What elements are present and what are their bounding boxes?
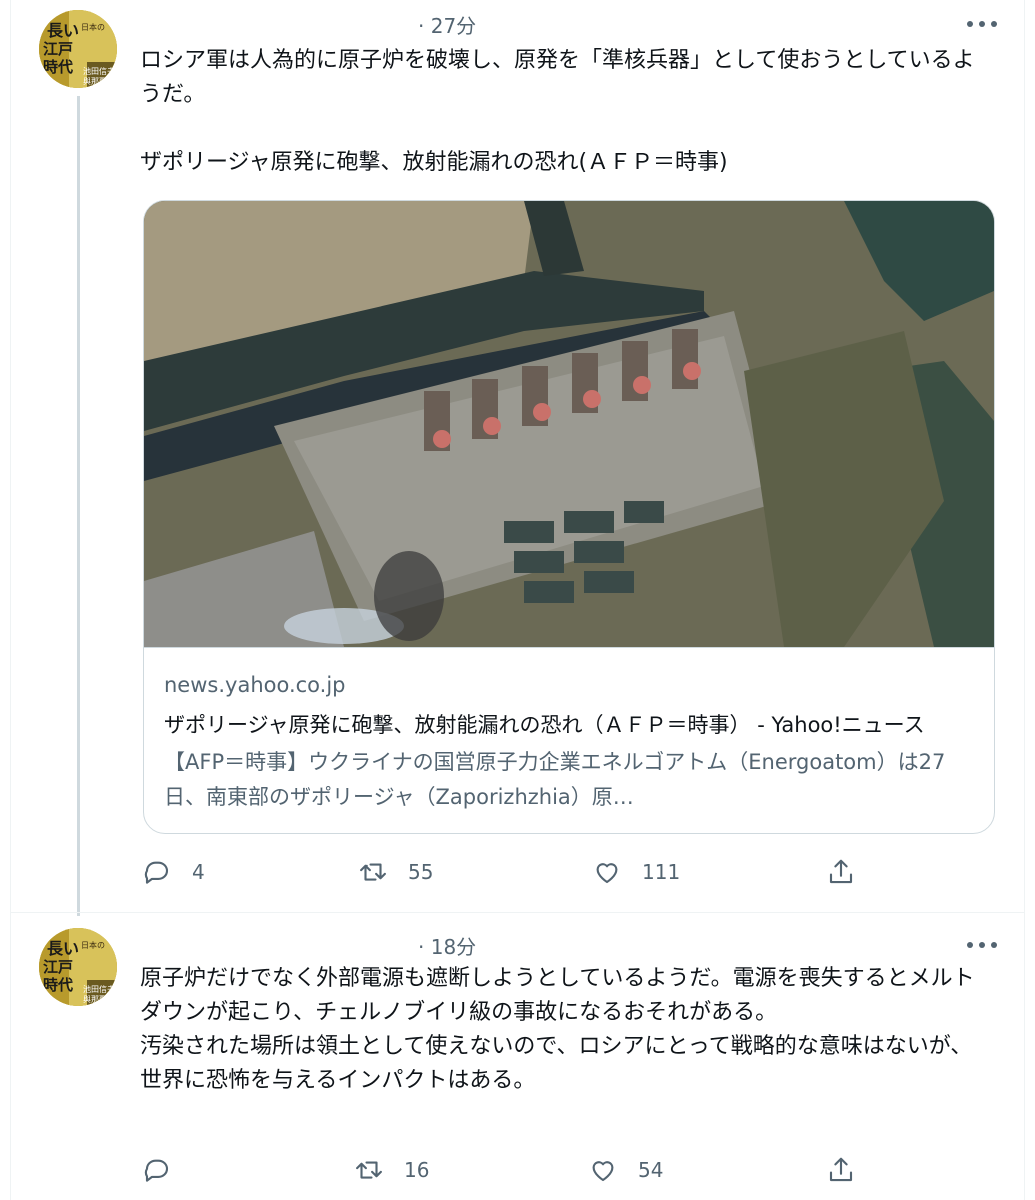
retweet-count: 55 [408, 860, 434, 884]
avatar[interactable]: 長い 江戸 時代 日本の 池田信夫 與那覇潤 [39, 928, 117, 1006]
column-border-right [1024, 0, 1025, 1200]
more-icon[interactable] [962, 933, 1002, 957]
tweet-text: ロシア軍は人為的に原子炉を破壊し、原発を「準核兵器」として使おうとしているようだ… [140, 48, 975, 175]
svg-text:與那覇潤: 與那覇潤 [83, 994, 115, 1004]
like-button[interactable]: 54 [588, 1155, 663, 1185]
svg-text:池田信夫: 池田信夫 [83, 984, 115, 994]
retweet-count: 16 [404, 1158, 430, 1182]
tweet-timestamp[interactable]: · 27分 [418, 10, 476, 39]
svg-text:時代: 時代 [43, 58, 73, 76]
card-description: 【AFP＝時事】ウクライナの国営原子力企業エネルゴアトム（Energoatom）… [164, 750, 946, 809]
tweet-divider [10, 912, 1025, 913]
card-divider [144, 647, 994, 648]
share-button[interactable] [826, 857, 856, 887]
like-count: 111 [642, 860, 681, 884]
card-domain: news.yahoo.co.jp [164, 673, 346, 697]
tweet-timestamp[interactable]: · 18分 [418, 931, 476, 960]
svg-text:江戸: 江戸 [43, 40, 73, 58]
more-icon[interactable] [962, 12, 1002, 36]
reply-icon [144, 1159, 169, 1182]
retweet-icon [356, 1161, 382, 1179]
svg-text:與那覇潤: 與那覇潤 [83, 76, 115, 86]
retweet-button[interactable]: 16 [354, 1155, 429, 1185]
share-icon [829, 859, 853, 884]
reply-count: 4 [192, 860, 205, 884]
retweet-icon [360, 863, 386, 881]
svg-text:長い: 長い [47, 939, 79, 958]
share-icon [829, 1157, 853, 1182]
like-count: 54 [638, 1158, 664, 1182]
share-button[interactable] [826, 1155, 856, 1185]
like-icon [596, 863, 618, 884]
column-border-left [10, 0, 11, 1200]
reply-icon [144, 861, 169, 884]
avatar[interactable]: 長い 江戸 時代 日本の 池田信夫 與那覇潤 [39, 10, 117, 88]
like-button[interactable]: 111 [592, 857, 680, 887]
svg-text:池田信夫: 池田信夫 [83, 66, 115, 76]
retweet-button[interactable]: 55 [358, 857, 433, 887]
like-icon [592, 1161, 614, 1182]
svg-text:日本の: 日本の [81, 940, 105, 950]
tweet-text: 原子炉だけでなく外部電源も遮断しようとしているようだ。電源を喪失するとメルトダウ… [140, 966, 975, 1093]
link-card[interactable]: news.yahoo.co.jp ザポリージャ原発に砲撃、放射能漏れの恐れ（ＡＦ… [143, 200, 995, 834]
reply-button[interactable] [142, 1155, 192, 1185]
reply-button[interactable]: 4 [142, 857, 205, 887]
card-title: ザポリージャ原発に砲撃、放射能漏れの恐れ（ＡＦＰ＝時事） - Yahoo!ニュー… [164, 713, 925, 737]
svg-text:日本の: 日本の [81, 22, 105, 32]
svg-text:江戸: 江戸 [43, 958, 73, 976]
svg-text:時代: 時代 [43, 976, 73, 994]
card-image[interactable] [144, 201, 994, 647]
thread-connector-line [77, 96, 80, 916]
svg-text:長い: 長い [47, 21, 79, 40]
